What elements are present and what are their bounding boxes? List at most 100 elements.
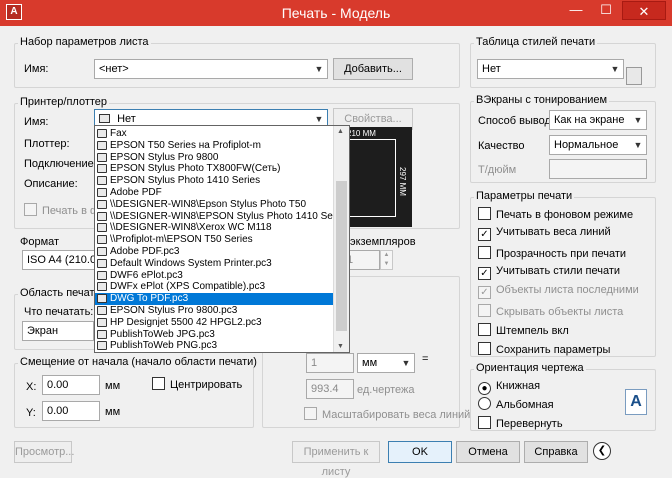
plot-option-label: Учитывать стили печати [496, 264, 621, 277]
plot-option-checkbox[interactable]: ✓ Учитывать веса линий [478, 226, 611, 242]
printer-list-item-label: Fax [110, 128, 127, 139]
printer-list-item[interactable]: Fax [95, 128, 333, 140]
plot-options-group-label: Параметры печати [474, 190, 575, 202]
upside-down-checkbox[interactable]: Перевернуть [478, 416, 563, 431]
portrait-label: Книжная [496, 380, 541, 392]
printer-icon [97, 306, 107, 315]
printer-icon [97, 129, 107, 138]
scrollbar-thumb[interactable] [336, 181, 347, 331]
add-page-setup-button[interactable]: Добавить... [333, 58, 413, 80]
plot-option-checkbox[interactable]: Печать в фоновом режиме [478, 207, 633, 222]
checkbox-box [304, 407, 317, 420]
plot-option-checkbox[interactable]: Сохранить параметры [478, 342, 610, 357]
collapse-options-icon[interactable]: ❮ [593, 442, 611, 460]
printer-list-item[interactable]: DWFx ePlot (XPS Compatible).pc3 [95, 281, 333, 293]
paper-format-value: ISO A4 (210.00 [27, 254, 100, 266]
ok-button[interactable]: OK [388, 441, 452, 463]
printer-list-item[interactable]: HP Designjet 5500 42 HPGL2.pc3 [95, 317, 333, 329]
printer-list-item-label: PublishToWeb JPG.pc3 [110, 328, 215, 340]
scroll-down-icon[interactable]: ▼ [337, 343, 344, 350]
format-group-label: Формат [18, 236, 62, 248]
printer-list-item[interactable]: EPSON Stylus Photo 1410 Series [95, 175, 333, 187]
printer-list-item[interactable]: Adobe PDF [95, 187, 333, 199]
scale-drawing-units-input[interactable]: 993.4 [306, 379, 354, 399]
printer-list-item[interactable]: \\DESIGNER-WIN8\Epson Stylus Photo T50 [95, 199, 333, 211]
printer-list-item[interactable]: Adobe PDF.pc3 [95, 246, 333, 258]
scale-units-value: мм [362, 357, 378, 369]
chevron-down-icon[interactable]: ▼ [630, 111, 646, 129]
scale-units-combo[interactable]: мм ▼ [357, 353, 415, 373]
plot-option-checkbox[interactable]: Штемпель вкл [478, 322, 569, 338]
plot-option-checkbox[interactable]: Скрывать объекты листа [478, 303, 623, 319]
printer-list-item[interactable]: DWF6 ePlot.pc3 [95, 270, 333, 282]
landscape-radio[interactable]: Альбомная [478, 397, 554, 412]
printer-list-item[interactable]: EPSON T50 Series на Profiplot-m [95, 140, 333, 152]
offset-x-input[interactable]: 0.00 [42, 375, 100, 395]
copies-spinner[interactable]: ▲ ▼ [380, 250, 393, 270]
printer-icon [97, 188, 107, 197]
what-to-print-combo[interactable]: Экран [22, 321, 94, 341]
copies-label: экземпляров [350, 236, 416, 248]
printer-list-item-label: DWF6 ePlot.pc3 [110, 269, 183, 281]
plot-option-checkbox[interactable]: ✓ Учитывать стили печати [478, 265, 620, 280]
plot-option-checkbox[interactable]: ✓ Объекты листа последними [478, 284, 639, 300]
paper-format-combo[interactable]: ISO A4 (210.00 [22, 250, 100, 270]
quality-combo[interactable]: Нормальное ▼ [549, 135, 647, 155]
cancel-button[interactable]: Отмена [456, 441, 520, 463]
description-label: Описание: [24, 178, 78, 190]
plot-style-combo[interactable]: Нет ▼ [477, 59, 624, 79]
preview-height-label: 297 ММ [397, 167, 407, 196]
printer-list-item[interactable]: DWG To PDF.pc3 [95, 293, 333, 305]
chevron-down-icon[interactable]: ▼ [630, 136, 646, 154]
offset-y-input[interactable]: 0.00 [42, 401, 100, 421]
printer-icon [97, 341, 107, 351]
printer-icon [97, 176, 107, 186]
paper-preview: 210 ММ 297 ММ [340, 127, 412, 227]
printer-list-item[interactable]: EPSON Stylus Pro 9800.pc3 [95, 305, 333, 317]
printer-list-item[interactable]: \\DESIGNER-WIN8\EPSON Stylus Photo 1410 … [95, 211, 349, 223]
dropdown-scrollbar[interactable]: ▲ ▼ [333, 126, 349, 352]
printer-dropdown-list[interactable]: Fax EPSON T50 Series на Profiplot-m EPSON … [94, 125, 350, 353]
drawing-units-label: ед.чертежа [357, 384, 415, 396]
center-plot-checkbox[interactable]: Центрировать [152, 377, 242, 392]
printer-list-item[interactable]: EPSON Stylus Pro 9800 [95, 152, 333, 164]
plot-option-label: Сохранить параметры [496, 344, 611, 357]
page-setup-name-combo[interactable]: <нет> ▼ [94, 59, 328, 79]
minimize-button[interactable]: — [562, 0, 590, 20]
plot-style-value: Нет [482, 63, 501, 75]
dpi-input[interactable] [549, 159, 647, 179]
plot-option-label: Учитывать веса линий [496, 226, 611, 239]
offset-x-label: X: [26, 381, 37, 393]
printer-list-item[interactable]: \\Profiplot-m\EPSON T50 Series [95, 234, 333, 246]
offset-y-value: 0.00 [47, 405, 69, 417]
printer-icon [97, 211, 107, 221]
shade-plot-combo[interactable]: Как на экране ▼ [549, 110, 647, 130]
printer-list-item[interactable]: EPSON Stylus Photo TX800FW(Сеть) [95, 163, 333, 175]
printer-list-item[interactable]: PublishToWeb PNG.pc3 [95, 340, 333, 352]
chevron-down-icon[interactable]: ▼ [398, 354, 414, 372]
printer-list-item-label: PublishToWeb PNG.pc3 [110, 340, 218, 352]
scale-lineweights-checkbox[interactable]: Масштабировать веса линий [304, 407, 470, 422]
close-button[interactable]: ✕ [622, 1, 666, 20]
printer-list-item[interactable]: PublishToWeb JPG.pc3 [95, 329, 333, 341]
edit-plot-style-icon[interactable] [626, 67, 642, 85]
chevron-down-icon[interactable]: ▼ [607, 60, 623, 78]
printer-list-item[interactable]: Default Windows System Printer.pc3 [95, 258, 333, 270]
printer-list-item-label: \\DESIGNER-WIN8\Epson Stylus Photo T50 [110, 198, 307, 210]
offset-group-label: Смещение от начала (начало области печат… [18, 356, 259, 368]
printer-list-item-label: EPSON Stylus Pro 9800 [110, 151, 219, 163]
help-button[interactable]: Справка [524, 441, 588, 463]
printer-list-item[interactable]: \\DESIGNER-WIN8\Xerox WC M118 [95, 222, 333, 234]
checkbox-box [478, 342, 491, 356]
chevron-down-icon[interactable]: ▼ [311, 60, 327, 78]
maximize-button[interactable]: ☐ [592, 0, 620, 20]
scale-value-input[interactable]: 1 [306, 353, 354, 373]
apply-to-layout-button[interactable]: Применить к листу [292, 441, 380, 478]
preview-button[interactable]: Просмотр... [14, 441, 74, 463]
portrait-radio[interactable]: ● Книжная [478, 380, 540, 395]
checkbox-box [24, 203, 37, 216]
dpi-label: Т/дюйм [478, 164, 517, 176]
printer-icon [97, 164, 107, 174]
scroll-up-icon[interactable]: ▲ [337, 128, 344, 135]
plot-option-checkbox[interactable]: Прозрачность при печати [478, 245, 626, 261]
